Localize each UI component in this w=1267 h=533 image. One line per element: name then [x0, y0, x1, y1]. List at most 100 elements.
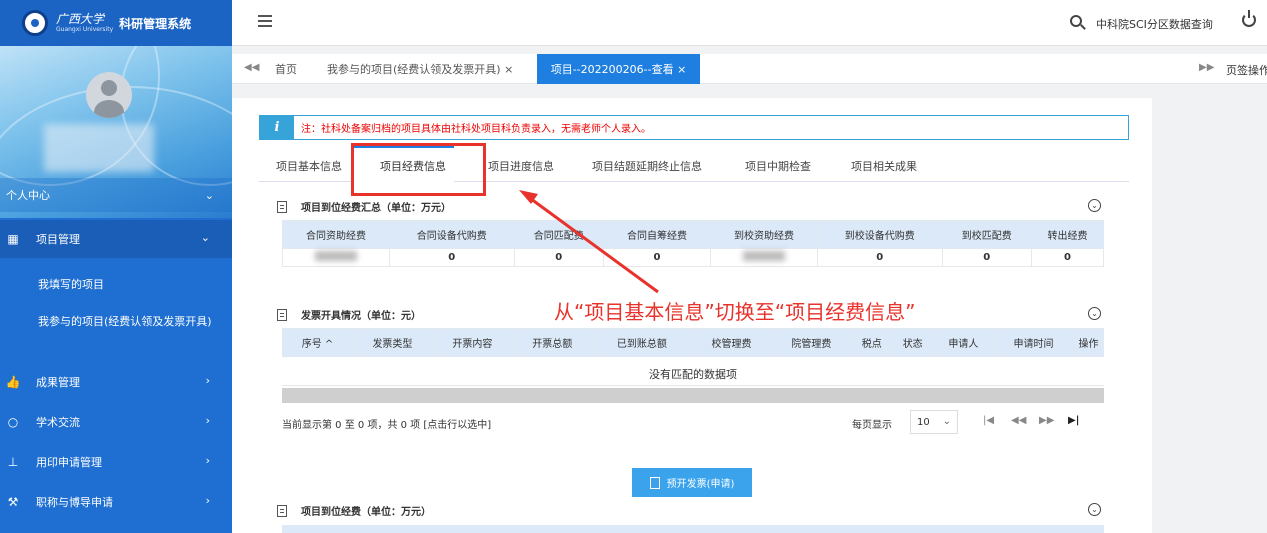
tab-scroll-left-icon[interactable]: ◀◀ — [244, 62, 259, 73]
sci-query-link[interactable]: 中科院SCI分区数据查询 — [1096, 16, 1213, 32]
profile-center-label: 个人中心 — [6, 189, 50, 202]
column-header[interactable]: 开票总额 — [511, 328, 593, 357]
empty-table-message: 没有匹配的数据项 — [282, 362, 1104, 386]
table-cell: 0 — [817, 248, 943, 267]
annotation-text: 从“项目基本信息”切换至“项目经费信息” — [554, 300, 916, 324]
document-add-icon — [649, 476, 660, 489]
logo-text: 广西大学 Guangxi University — [56, 13, 113, 33]
search-icon[interactable] — [1070, 15, 1082, 27]
stamp-icon: ⊥ — [7, 455, 19, 469]
prev-page-icon[interactable]: ◀◀ — [1011, 415, 1026, 426]
table-cell: 0 — [513, 248, 605, 267]
logo-cn: 广西大学 — [56, 12, 105, 26]
column-header[interactable]: 校管理费 — [691, 328, 772, 357]
sidebar-item-label: 用印申请管理 — [36, 456, 102, 469]
profile-panel: 个人中心 ⌄ — [0, 46, 232, 218]
tab-midterm-check[interactable]: 项目中期检查 — [745, 158, 811, 174]
per-page-select[interactable]: 10 ⌄ — [910, 410, 958, 434]
column-header[interactable]: 开票内容 — [431, 328, 513, 357]
table-row[interactable]: 0 0 0 0 0 0 — [282, 248, 1104, 267]
chevron-down-icon: ⌄ — [204, 188, 214, 202]
chevron-right-icon: › — [205, 374, 210, 387]
tab-operations-menu[interactable]: 页签操作 — [1226, 62, 1267, 78]
chevron-down-icon: ⌄ — [942, 416, 951, 427]
column-header: 转出经费 — [1031, 220, 1104, 249]
column-header: 到校资助经费 — [710, 220, 818, 249]
university-logo-icon — [22, 10, 48, 36]
sidebar-item-label: 学术交流 — [36, 416, 80, 429]
funding-summary-table: 合同资助经费 合同设备代购费 合同匹配费 合同自筹经费 到校资助经费 到校设备代… — [282, 220, 1104, 267]
horizontal-scrollbar[interactable] — [282, 388, 1104, 403]
collapse-chevron-icon[interactable]: ⌄ — [1088, 503, 1101, 516]
column-header[interactable]: 申请时间 — [993, 328, 1074, 357]
column-header[interactable]: 状态 — [891, 328, 934, 357]
profile-center-toggle[interactable]: 个人中心 ⌄ — [0, 178, 232, 212]
avatar[interactable] — [86, 72, 132, 118]
sidebar-item-label: 成果管理 — [36, 376, 80, 389]
redacted-value — [743, 251, 785, 261]
pre-invoice-button[interactable]: 预开发票(申请) — [632, 468, 752, 497]
section-funding-summary-title: 项目到位经费汇总（单位：万元） — [277, 199, 451, 214]
sidebar-item-label: 项目管理 — [36, 233, 80, 246]
tab-home[interactable]: 首页 — [275, 54, 297, 84]
pagination-info: 当前显示第 0 至 0 项，共 0 项 [点击行以选中] — [282, 420, 492, 431]
next-page-icon[interactable]: ▶▶ — [1039, 415, 1054, 426]
table-cell: 0 — [603, 248, 711, 267]
pre-invoice-label: 预开发票(申请) — [666, 479, 735, 490]
tab-project-delay-termination[interactable]: 项目结题延期终止信息 — [592, 158, 702, 174]
sidebar: 广西大学 Guangxi University 科研管理系统 个人中心 ⌄ ▦ … — [0, 0, 232, 533]
section-title-text: 项目到位经费汇总（单位：万元） — [301, 203, 451, 214]
tab-project-view[interactable]: 项目--202200206--查看 × — [537, 54, 700, 84]
column-header[interactable]: 院管理费 — [770, 328, 852, 357]
column-header[interactable]: 发票类型 — [352, 328, 433, 357]
section-title-text: 发票开具情况（单位：元） — [301, 311, 421, 322]
tab-project-basic-info[interactable]: 项目基本信息 — [276, 158, 342, 174]
table-cell: 0 — [389, 248, 515, 267]
sidebar-item-title-apply[interactable]: ⚒ 职称与博导申请 › — [0, 483, 232, 521]
sidebar-item-stamp[interactable]: ⊥ 用印申请管理 › — [0, 443, 232, 481]
sidebar-item-project-management[interactable]: ▦ 项目管理 ⌄ — [0, 220, 232, 258]
first-page-icon[interactable]: |◀ — [983, 415, 994, 426]
column-header: 合同匹配费 — [513, 220, 605, 249]
column-header[interactable]: 已到账总额 — [591, 328, 693, 357]
chevron-right-icon: › — [205, 494, 210, 507]
table-cell: 0 — [1031, 248, 1104, 267]
sidebar-subitem-my-participated[interactable]: 我参与的项目(经费认领及发票开具) — [0, 313, 232, 330]
collapse-chevron-icon[interactable]: ⌄ — [1088, 199, 1101, 212]
sidebar-subitem-my-filled[interactable]: 我填写的项目 — [0, 276, 232, 293]
per-page-label: 每页显示 — [852, 420, 892, 431]
redacted-value — [315, 251, 357, 261]
thumbs-up-icon: 👍 — [5, 375, 21, 389]
section-invoice-title: 发票开具情况（单位：元） — [277, 307, 421, 322]
sidebar-item-results[interactable]: 👍 成果管理 › — [0, 363, 232, 401]
hamburger-menu-icon[interactable] — [258, 15, 272, 27]
column-header[interactable]: 税点 — [850, 328, 893, 357]
column-header: 合同自筹经费 — [603, 220, 711, 249]
logo-bar[interactable]: 广西大学 Guangxi University 科研管理系统 — [0, 0, 232, 46]
logo-en: Guangxi University — [56, 26, 114, 33]
circle-icon: ○ — [7, 415, 19, 429]
sidebar-item-academic[interactable]: ○ 学术交流 › — [0, 403, 232, 441]
tab-my-projects[interactable]: 我参与的项目(经费认领及发票开具) × — [327, 54, 513, 84]
column-header[interactable]: 序号 ^ — [282, 328, 353, 357]
document-icon — [277, 504, 287, 517]
notice-text: 注：社科处备案归档的项目具体由社科处项目科负责录入，无需老师个人录入。 — [301, 124, 651, 135]
section-arrived-funding-title: 项目到位经费（单位：万元） — [277, 503, 431, 518]
collapse-chevron-icon[interactable]: ⌄ — [1088, 307, 1101, 320]
arrived-funding-table-header — [282, 525, 1104, 533]
invoice-table: 序号 ^ 发票类型 开票内容 开票总额 已到账总额 校管理费 院管理费 税点 状… — [282, 328, 1104, 357]
column-header[interactable]: 申请人 — [932, 328, 995, 357]
column-header: 到校匹配费 — [941, 220, 1033, 249]
power-icon[interactable] — [1242, 10, 1256, 27]
sidebar-item-label: 职称与博导申请 — [36, 496, 113, 509]
table-cell-redacted — [710, 248, 818, 267]
per-page-value: 10 — [917, 416, 930, 428]
user-name-redacted — [44, 124, 154, 172]
info-icon: i — [260, 115, 294, 140]
tab-scroll-right-icon[interactable]: ▶▶ — [1199, 62, 1214, 73]
column-header[interactable]: 操作 — [1073, 328, 1104, 357]
section-title-text: 项目到位经费（单位：万元） — [301, 507, 431, 518]
tab-related-results[interactable]: 项目相关成果 — [851, 158, 917, 174]
last-page-icon[interactable]: ▶| — [1068, 415, 1079, 426]
tab-project-progress[interactable]: 项目进度信息 — [488, 158, 554, 174]
